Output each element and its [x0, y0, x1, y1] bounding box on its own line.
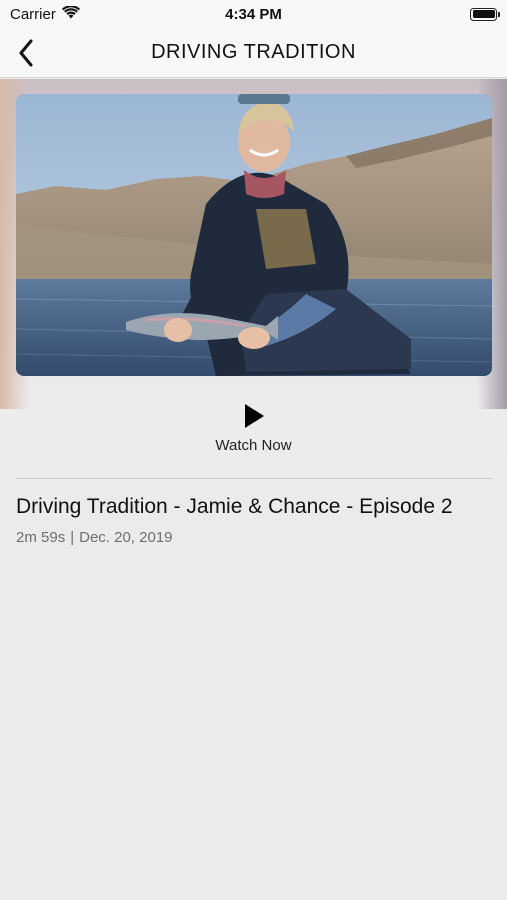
carrier-label: Carrier — [10, 5, 56, 23]
play-icon — [244, 404, 264, 428]
chevron-left-icon — [19, 39, 33, 67]
divider — [16, 478, 492, 479]
episode-meta: 2m 59s | Dec. 20, 2019 — [16, 529, 173, 546]
wifi-icon — [61, 4, 80, 23]
video-thumbnail[interactable] — [16, 94, 492, 376]
thumbnail-image — [16, 94, 492, 376]
watch-now-label: Watch Now — [215, 437, 292, 454]
battery-icon — [470, 7, 500, 21]
episode-title: Driving Tradition - Jamie & Chance - Epi… — [16, 495, 453, 518]
status-bar: Carrier 4:34 PM — [0, 0, 507, 28]
navigation-bar: DRIVING TRADITION — [0, 28, 507, 78]
video-hero: Watch Now — [0, 79, 507, 479]
meta-separator: | — [70, 529, 75, 546]
watch-now-button[interactable]: Watch Now — [0, 403, 507, 454]
episode-date: Dec. 20, 2019 — [79, 529, 173, 546]
back-button[interactable] — [8, 34, 44, 72]
page-title: DRIVING TRADITION — [151, 41, 356, 63]
episode-duration: 2m 59s — [16, 529, 66, 546]
